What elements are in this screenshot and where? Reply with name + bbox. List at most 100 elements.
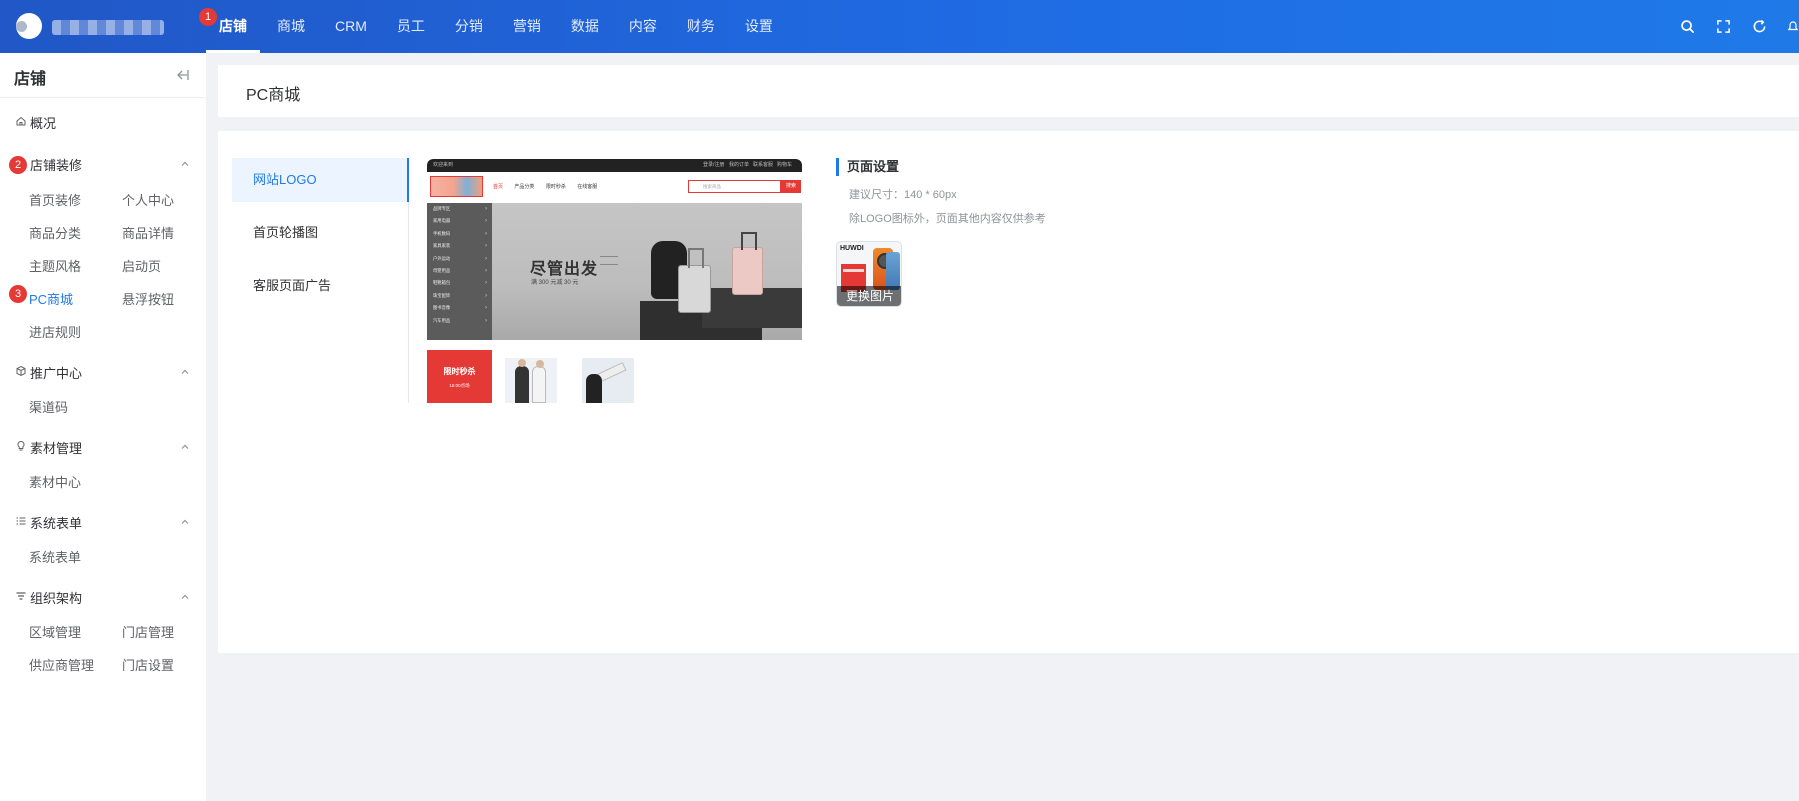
- chevron-up-icon: [181, 444, 189, 449]
- preview-category: 家具家装: [427, 240, 492, 253]
- top-actions: [1669, 0, 1799, 53]
- reference-hint: 除LOGO图标外，页面其他内容仅供参考: [849, 213, 1046, 225]
- top-bar: 1 店铺 商城 CRM 员工 分销 营销 数据 内容 财务 设置: [0, 0, 1799, 53]
- sidebar-group-label: 店铺装修: [30, 158, 83, 173]
- sidebar-item-personal-center[interactable]: 个人中心: [122, 190, 174, 209]
- suitcase-image: [678, 248, 711, 313]
- nav-mall[interactable]: 商城: [264, 0, 318, 53]
- nav-store[interactable]: 1 店铺: [199, 0, 260, 53]
- collapse-left-icon[interactable]: [176, 68, 190, 82]
- nav-crm[interactable]: CRM: [322, 0, 380, 53]
- sidebar-group-forms[interactable]: 系统表单: [0, 510, 206, 534]
- preview-topbar: 欢迎来到 登录/注册 我的订单 联系客服 购物车: [427, 159, 802, 172]
- fullscreen-icon[interactable]: [1705, 0, 1741, 53]
- preview-cart: 购物车: [777, 162, 793, 168]
- nav-finance[interactable]: 财务: [674, 0, 728, 53]
- preview-product-image: [582, 358, 634, 403]
- preview-welcome: 欢迎来到: [433, 162, 454, 168]
- step-badge-3: 3: [9, 285, 27, 303]
- sidebar-item-overview-label: 概况: [30, 116, 57, 131]
- sidebar-item-store-manage[interactable]: 门店管理: [122, 622, 174, 641]
- sidebar-item-overview[interactable]: 概况: [0, 110, 206, 134]
- sidebar-group-org[interactable]: 组织架构: [0, 585, 206, 609]
- logo-image-upload[interactable]: HUWDI 更换图片: [836, 241, 902, 307]
- preview-logo-slot: [430, 176, 483, 197]
- suitcase-image: [732, 232, 763, 295]
- sidebar-title: 店铺: [14, 71, 47, 88]
- chevron-up-icon: [181, 519, 189, 524]
- nav-store-label: 店铺: [219, 18, 247, 34]
- brand-name: [52, 18, 164, 35]
- sidebar-item-pc-mall[interactable]: 3 PC商城: [9, 285, 74, 308]
- search-icon[interactable]: [1669, 0, 1705, 53]
- refresh-icon[interactable]: [1741, 0, 1777, 53]
- cube-icon: [16, 365, 26, 377]
- sidebar-item-pc-mall-label: PC商城: [29, 292, 74, 307]
- chevron-up-icon: [181, 594, 189, 599]
- preview-link: 在线客服: [577, 184, 598, 190]
- preview-category: 户外运动: [427, 253, 492, 266]
- sidebar: 店铺 概况 2 店铺装修 首页装修 个人中心 商品分类 商品详情 主题风格 启动…: [0, 53, 206, 801]
- sidebar-item-supplier[interactable]: 供应商管理: [29, 655, 94, 674]
- settings-nav: 网站LOGO 首页轮播图 客服页面广告: [232, 158, 409, 403]
- nav-distribution[interactable]: 分销: [442, 0, 496, 53]
- chevron-up-icon: [181, 161, 189, 166]
- preview-category: 汽车用品: [427, 315, 492, 328]
- sidebar-item-theme[interactable]: 主题风格: [29, 256, 81, 275]
- sidebar-group-label: 推广中心: [30, 366, 83, 381]
- tab-home-carousel[interactable]: 首页轮播图: [232, 211, 408, 255]
- sidebar-item-region[interactable]: 区域管理: [29, 622, 81, 641]
- list-icon: [16, 517, 26, 525]
- carousel-dots: [756, 331, 795, 340]
- preview-orders: 我的订单: [729, 162, 750, 168]
- sidebar-group-store-decor[interactable]: 2 店铺装修: [0, 152, 206, 176]
- chevron-up-icon: [181, 369, 189, 374]
- sidebar-item-category[interactable]: 商品分类: [29, 223, 81, 242]
- step-badge-1: 1: [199, 8, 217, 26]
- preview-flash-title: 限时秒杀: [443, 367, 476, 376]
- sidebar-item-channel-code[interactable]: 渠道码: [29, 397, 68, 416]
- page-settings-title: 页面设置: [836, 158, 899, 176]
- preview-link: 限时秒杀: [545, 184, 566, 190]
- preview-banner: 尽管出发 满 300 元减 30 元: [492, 203, 802, 340]
- site-preview: 欢迎来到 登录/注册 我的订单 联系客服 购物车 首页 产品分类 限时秒杀 在线…: [427, 159, 802, 403]
- sidebar-item-splash[interactable]: 启动页: [122, 256, 161, 275]
- thumb-brand-text: HUWDI: [840, 245, 864, 252]
- sidebar-item-float-button[interactable]: 悬浮按钮: [122, 289, 174, 308]
- preview-flash-time: 16:00点场: [449, 383, 470, 388]
- bulb-icon: [17, 440, 25, 451]
- notification-icon[interactable]: [1777, 0, 1799, 53]
- home-icon: [16, 116, 26, 126]
- tab-service-ad[interactable]: 客服页面广告: [232, 264, 408, 308]
- change-image-button[interactable]: 更换图片: [837, 286, 901, 306]
- preview-search: 搜索商品: [688, 180, 781, 193]
- preview-login: 登录/注册: [703, 162, 725, 168]
- nav-settings[interactable]: 设置: [732, 0, 786, 53]
- sidebar-group-promotion[interactable]: 推广中心: [0, 360, 206, 384]
- preview-category: 鞋靴箱包: [427, 277, 492, 290]
- sidebar-item-product-detail[interactable]: 商品详情: [122, 223, 174, 242]
- logo[interactable]: [16, 13, 42, 39]
- preview-category: 图书音像: [427, 302, 492, 315]
- nav-content[interactable]: 内容: [616, 0, 670, 53]
- sidebar-item-entry-rules[interactable]: 进店规则: [29, 322, 81, 341]
- sidebar-item-store-settings[interactable]: 门店设置: [122, 655, 174, 674]
- main-nav: 1 店铺 商城 CRM 员工 分销 营销 数据 内容 财务 设置: [199, 0, 790, 53]
- preview-banner-title: 尽管出发: [530, 261, 599, 278]
- nav-marketing[interactable]: 营销: [500, 0, 554, 53]
- preview-service: 联系客服: [753, 162, 774, 168]
- content-panel: 网站LOGO 首页轮播图 客服页面广告 欢迎来到 登录/注册 我的订单 联系客服…: [218, 131, 1799, 653]
- sidebar-group-label: 系统表单: [30, 516, 83, 531]
- preview-link: 首页: [493, 184, 504, 190]
- sidebar-item-home-decor[interactable]: 首页装修: [29, 190, 81, 209]
- sidebar-group-label: 素材管理: [30, 441, 83, 456]
- nav-staff[interactable]: 员工: [384, 0, 438, 53]
- sidebar-item-system-form[interactable]: 系统表单: [29, 547, 81, 566]
- preview-links: 首页 产品分类 限时秒杀 在线客服: [493, 183, 607, 190]
- sidebar-item-material-center[interactable]: 素材中心: [29, 472, 81, 491]
- preview-product-image: [505, 358, 557, 403]
- nav-data[interactable]: 数据: [558, 0, 612, 53]
- tab-site-logo[interactable]: 网站LOGO: [232, 158, 409, 202]
- sidebar-group-material[interactable]: 素材管理: [0, 435, 206, 459]
- sidebar-header: 店铺: [0, 53, 206, 98]
